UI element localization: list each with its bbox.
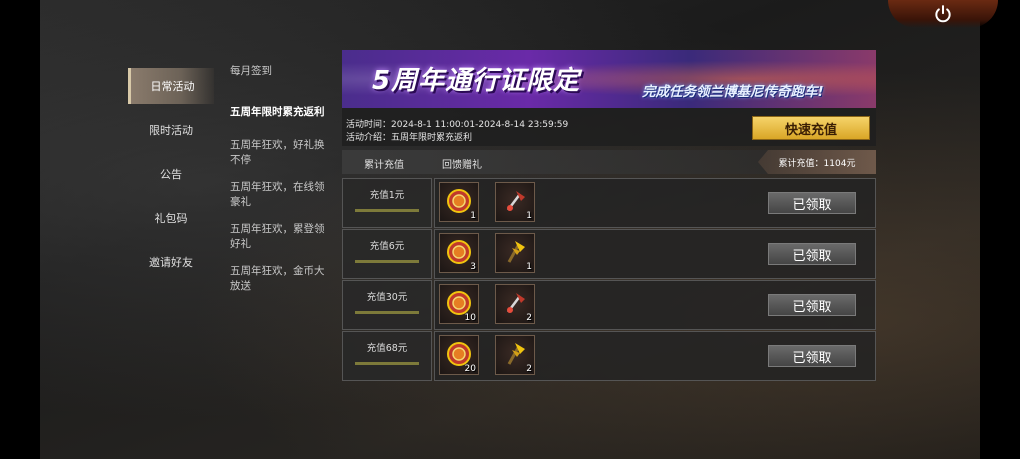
header-reward: 回馈赠礼 (442, 160, 482, 171)
nav-item-daily[interactable]: 日常活动 (128, 68, 214, 104)
item-count: 1 (526, 211, 532, 221)
reward-row: 充值68元 20 2 已领取 (342, 331, 876, 381)
item-count: 20 (464, 364, 476, 374)
item-count: 2 (526, 313, 532, 323)
left-letterbox (0, 0, 40, 459)
reward-item[interactable]: 20 (439, 335, 479, 375)
reward-item[interactable]: 10 (439, 284, 479, 324)
activity-panel: 5周年通行证限定 完成任务领兰博基尼传奇跑车! 活动时间：2024-8-1 11… (342, 50, 876, 384)
sub-item-login-gift[interactable]: 五周年狂欢，累登领好礼 (224, 216, 336, 258)
reward-items: 3 1 已领取 (434, 229, 876, 279)
item-count: 1 (470, 211, 476, 221)
sub-item-monthly-signin[interactable]: 每月签到 (224, 58, 336, 85)
event-time: 活动时间：2024-8-1 11:00:01-2024-8-14 23:59:5… (346, 120, 569, 130)
sub-item-coin-bonus[interactable]: 五周年狂欢，金币大放送 (224, 258, 336, 300)
recharge-tier-label: 充值30元 (366, 292, 408, 303)
reward-items: 20 2 已领取 (434, 331, 876, 381)
nav-item-limited[interactable]: 限时活动 (128, 112, 214, 148)
medal-icon (447, 240, 471, 264)
reward-items: 10 2 已领取 (434, 280, 876, 330)
main-nav: 日常活动 限时活动 公告 礼包码 邀请好友 (128, 68, 214, 288)
golden-axe-icon (507, 343, 525, 365)
axe-icon (507, 191, 525, 211)
axe-icon (507, 293, 525, 313)
claimed-button[interactable]: 已领取 (768, 192, 856, 214)
recharge-tier: 充值68元 (342, 331, 432, 381)
recharge-tier-label: 充值68元 (366, 343, 408, 354)
recharge-tier: 充值30元 (342, 280, 432, 330)
recharge-tier: 充值6元 (342, 229, 432, 279)
reward-item[interactable]: 1 (495, 182, 535, 222)
recharge-tier-label: 充值1元 (369, 190, 405, 201)
reward-item[interactable]: 3 (439, 233, 479, 273)
tier-progress-bar (355, 260, 419, 263)
tier-progress-bar (355, 311, 419, 314)
item-count: 1 (526, 262, 532, 272)
reward-row: 充值6元 3 1 已领取 (342, 229, 876, 279)
nav-item-invite[interactable]: 邀请好友 (128, 244, 214, 280)
item-count: 2 (526, 364, 532, 374)
claimed-button[interactable]: 已领取 (768, 294, 856, 316)
reward-row: 充值30元 10 2 已领取 (342, 280, 876, 330)
quick-recharge-button[interactable]: 快速充值 (752, 116, 870, 140)
event-info: 活动时间：2024-8-1 11:00:01-2024-8-14 23:59:5… (342, 108, 876, 146)
table-header: 累计充值 回馈赠礼 累计充值：1104元 (342, 150, 876, 174)
reward-items: 1 1 已领取 (434, 178, 876, 228)
power-icon (935, 5, 951, 23)
total-recharge: 累计充值：1104元 (758, 150, 876, 174)
medal-icon (447, 189, 471, 213)
event-banner: 5周年通行证限定 完成任务领兰博基尼传奇跑车! (342, 50, 876, 108)
item-count: 10 (464, 313, 476, 323)
reward-item[interactable]: 1 (439, 182, 479, 222)
nav-item-gift-code[interactable]: 礼包码 (128, 200, 214, 236)
tier-progress-bar (355, 362, 419, 365)
nav-item-announcement[interactable]: 公告 (128, 156, 214, 192)
right-letterbox (980, 0, 1020, 459)
reward-item[interactable]: 2 (495, 284, 535, 324)
banner-subtitle: 完成任务领兰博基尼传奇跑车! (642, 84, 824, 100)
tier-progress-bar (355, 209, 419, 212)
sub-item-gift-exchange[interactable]: 五周年狂欢，好礼换不停 (224, 132, 336, 174)
banner-title: 5周年通行证限定 (372, 66, 581, 96)
recharge-tier-label: 充值6元 (369, 241, 405, 252)
sub-item-recharge-rebate[interactable]: 五周年限时累充返利 (224, 99, 336, 126)
item-count: 3 (470, 262, 476, 272)
recharge-tier: 充值1元 (342, 178, 432, 228)
power-button[interactable] (888, 0, 998, 28)
sub-nav: 每月签到 五周年限时累充返利 五周年狂欢，好礼换不停 五周年狂欢，在线领豪礼 五… (224, 58, 336, 300)
claimed-button[interactable]: 已领取 (768, 243, 856, 265)
reward-item[interactable]: 2 (495, 335, 535, 375)
header-recharge: 累计充值 (364, 160, 404, 171)
reward-item[interactable]: 1 (495, 233, 535, 273)
sub-item-online-gift[interactable]: 五周年狂欢，在线领豪礼 (224, 174, 336, 216)
golden-axe-icon (507, 241, 525, 263)
event-intro: 活动介绍：五周年限时累充返利 (346, 133, 473, 143)
reward-row: 充值1元 1 1 已领取 (342, 178, 876, 228)
claimed-button[interactable]: 已领取 (768, 345, 856, 367)
